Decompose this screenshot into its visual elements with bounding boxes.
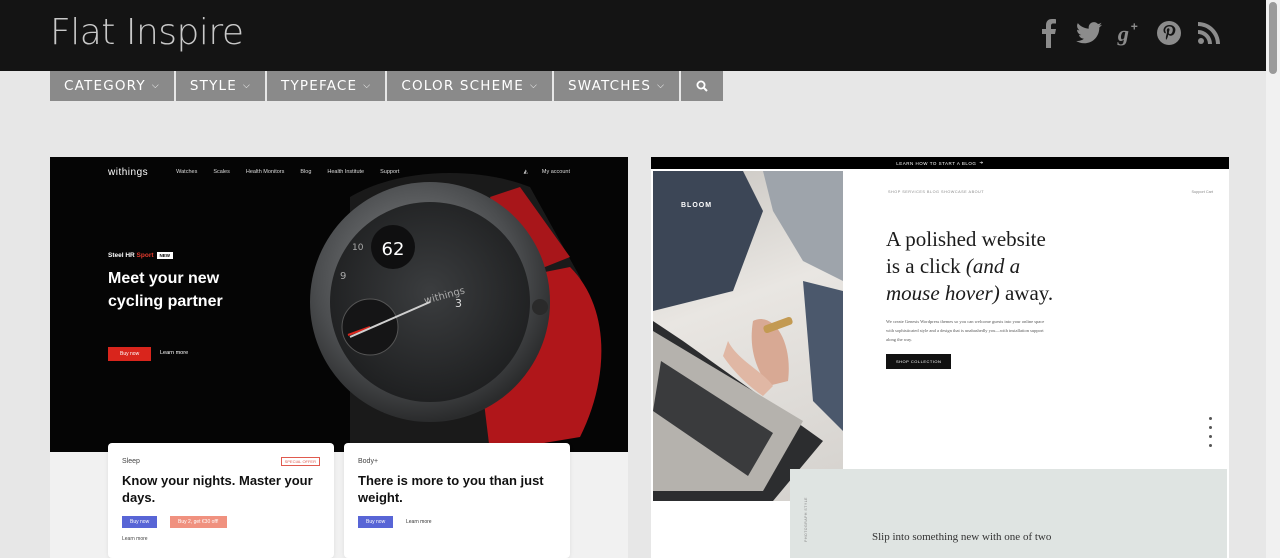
new-badge: NEW	[156, 252, 174, 259]
headline-line2b: (and a	[965, 254, 1021, 278]
page-scrollbar[interactable]	[1266, 0, 1280, 558]
nav-swatches-label: SWATCHES	[568, 78, 652, 94]
withings-nav-scales[interactable]: Scales	[213, 169, 230, 175]
headline-line3b: away.	[999, 281, 1054, 305]
sleep-promo-box: Sleep SPECIAL OFFER Know your nights. Ma…	[108, 443, 334, 558]
withings-nav-blog[interactable]: Blog	[300, 169, 311, 175]
laptop-photo-illustration	[653, 171, 843, 501]
chevron-down-icon: ⌵	[529, 81, 538, 91]
headline-line2a: is a click	[886, 254, 966, 278]
nav-category[interactable]: CATEGORY ⌵	[50, 71, 174, 101]
body-label: Body+	[358, 458, 379, 465]
pinterest-icon[interactable]	[1156, 18, 1182, 48]
collection-heading: Slip into something new with one of two	[872, 531, 1052, 543]
sleep-label: Sleep	[122, 458, 140, 465]
sleep-title: Know your nights. Master your days.	[122, 473, 313, 505]
shop-collection-button[interactable]: SHOP COLLECTION	[886, 354, 952, 369]
bloom-logo[interactable]: BLOOM	[681, 202, 712, 209]
social-dots	[1209, 417, 1212, 447]
bloom-menu-right[interactable]: Support Cart	[1191, 190, 1213, 194]
nav-category-label: CATEGORY	[64, 78, 146, 94]
filter-nav: CATEGORY ⌵ STYLE ⌵ TYPEFACE ⌵ COLOR SCHEME ⌵…	[50, 71, 724, 101]
google-plus-icon[interactable]: g +	[1116, 18, 1142, 48]
account-label: My account	[541, 169, 570, 175]
bloom-menu[interactable]: SHOP SERVICES BLOG SHOWCASE ABOUT	[888, 190, 984, 194]
sleep-buy-button[interactable]: Buy now	[122, 516, 158, 528]
watch-heart-rate: 62	[382, 239, 405, 260]
svg-text:g: g	[1117, 21, 1129, 46]
announcement-text: LEARN HOW TO START A BLOG	[896, 160, 977, 166]
twitter-icon[interactable]	[1076, 18, 1102, 48]
bloom-paragraph: We create Genesis Wordpress themes so yo…	[886, 319, 1045, 342]
search-icon	[696, 80, 708, 92]
showcase-card-bloom[interactable]: LEARN HOW TO START A BLOG ➜ BLOOM SHOP SE…	[651, 157, 1229, 558]
site-title[interactable]: Flat Inspire	[50, 12, 244, 53]
body-promo-box: Body+ There is more to you than just wei…	[344, 443, 570, 558]
headline-line1: A polished website	[886, 227, 1046, 251]
nav-color-scheme-label: COLOR SCHEME	[401, 78, 524, 94]
nav-color-scheme[interactable]: COLOR SCHEME ⌵	[387, 71, 552, 101]
svg-text:9: 9	[340, 271, 346, 282]
buy-now-button[interactable]: Buy now	[108, 347, 152, 361]
sleep-offer-button[interactable]: Buy 2, get €30 off!	[170, 516, 227, 528]
social-dot-icon[interactable]	[1209, 426, 1212, 429]
withings-nav-health-institute[interactable]: Health Institute	[327, 169, 364, 175]
withings-nav-support[interactable]: Support	[380, 169, 399, 175]
svg-text:10: 10	[352, 243, 364, 253]
laptop-photo: BLOOM	[653, 171, 843, 501]
scrollbar-thumb[interactable]	[1269, 2, 1277, 74]
svg-text:3: 3	[455, 297, 462, 310]
showcase-card-withings[interactable]: 62 withings 3 9 10 withings Watches Scal…	[50, 157, 628, 558]
facebook-icon[interactable]	[1036, 18, 1062, 48]
rss-icon[interactable]	[1196, 18, 1222, 48]
chevron-down-icon: ⌵	[243, 81, 252, 91]
bloom-headline: A polished website is a click (and a mou…	[886, 226, 1106, 307]
announcement-strip[interactable]: LEARN HOW TO START A BLOG ➜	[651, 157, 1229, 169]
nav-typeface-label: TYPEFACE	[281, 78, 358, 94]
withings-logo[interactable]: withings	[108, 167, 148, 178]
social-links: g +	[1036, 18, 1222, 48]
product-tag: Steel HR Sport NEW	[108, 252, 174, 259]
tag-sport: Sport	[136, 252, 154, 259]
arrow-right-icon: ➜	[979, 160, 984, 165]
search-button[interactable]	[681, 71, 724, 101]
social-dot-icon[interactable]	[1209, 435, 1212, 438]
withings-nav-health-monitors[interactable]: Health Monitors	[246, 169, 285, 175]
headline-line3a: mouse hover)	[886, 281, 1000, 305]
withings-nav-watches[interactable]: Watches	[176, 169, 197, 175]
cart-icon: ◭	[523, 169, 528, 175]
body-title: There is more to you than just weight.	[358, 473, 544, 505]
chevron-down-icon: ⌵	[363, 81, 372, 91]
vertical-caption: PHOTOGRAPH STYLE	[804, 497, 808, 542]
body-learn-more[interactable]: Learn more	[406, 519, 432, 525]
site-header: Flat Inspire g +	[0, 0, 1266, 71]
social-dot-icon[interactable]	[1209, 444, 1212, 447]
tag-prefix: Steel HR	[108, 252, 137, 259]
nav-style[interactable]: STYLE ⌵	[175, 71, 266, 101]
svg-text:+: +	[1131, 19, 1138, 33]
body-buy-button[interactable]: Buy now	[358, 516, 394, 528]
learn-more-link[interactable]: Learn more	[160, 350, 188, 356]
withings-hero: 62 withings 3 9 10 withings Watches Scal…	[50, 157, 628, 452]
sleep-learn-more[interactable]: Learn more	[122, 536, 148, 542]
chevron-down-icon: ⌵	[151, 81, 160, 91]
hero-headline: Meet your new cycling partner	[108, 270, 223, 310]
nav-typeface[interactable]: TYPEFACE ⌵	[267, 71, 386, 101]
nav-swatches[interactable]: SWATCHES ⌵	[554, 71, 680, 101]
withings-nav: withings Watches Scales Health Monitors …	[108, 165, 570, 179]
social-dot-icon[interactable]	[1209, 417, 1212, 420]
withings-account[interactable]: ◭ My account	[524, 169, 570, 175]
special-offer-badge: SPECIAL OFFER	[280, 457, 320, 466]
collection-section	[790, 469, 1227, 558]
nav-style-label: STYLE	[189, 78, 237, 94]
chevron-down-icon: ⌵	[657, 81, 666, 91]
